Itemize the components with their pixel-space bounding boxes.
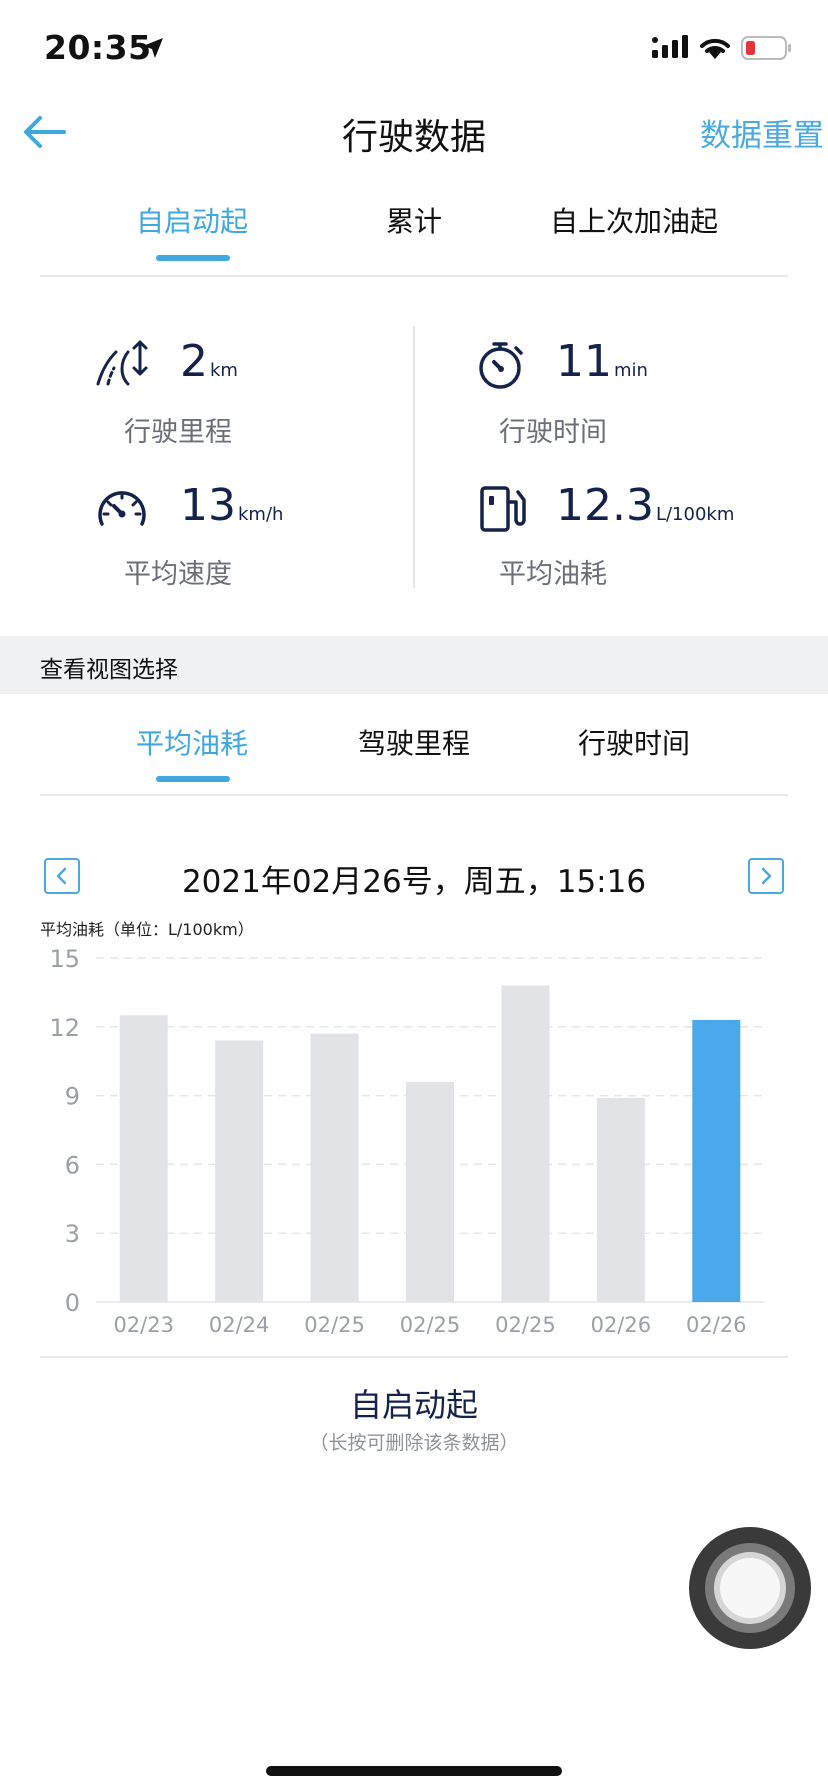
footer-title: 自启动起 xyxy=(349,1386,478,1424)
fuel-consumption-bar-chart: 0 3 6 9 12 15 02/23 02/24 02/25 02/25 02/25 02/26 02… xyxy=(49,945,764,1337)
bar xyxy=(596,1097,645,1302)
bar xyxy=(501,985,550,1302)
home-indicator[interactable] xyxy=(266,1766,562,1776)
x-tick-label: 02/25 xyxy=(495,1313,556,1337)
y-tick-label: 6 xyxy=(65,1151,80,1179)
y-tick-label: 0 xyxy=(65,1289,80,1317)
bar xyxy=(215,1040,264,1302)
x-tick-label: 02/25 xyxy=(304,1313,365,1337)
assistive-touch-button[interactable] xyxy=(689,1527,811,1649)
x-tick-label: 02/25 xyxy=(400,1313,461,1337)
bar xyxy=(406,1081,454,1302)
footer-hint: （长按可删除该条数据） xyxy=(309,1432,519,1454)
x-tick-label: 02/26 xyxy=(591,1313,652,1337)
chart-bottom-divider xyxy=(40,1356,788,1358)
bar-selected xyxy=(692,1019,741,1302)
x-tick-label: 02/26 xyxy=(686,1313,747,1337)
x-tick-label: 02/24 xyxy=(209,1313,270,1337)
y-tick-label: 15 xyxy=(49,945,80,973)
bar xyxy=(119,1015,168,1302)
y-tick-label: 12 xyxy=(49,1014,80,1042)
bar xyxy=(310,1033,359,1302)
y-tick-label: 9 xyxy=(65,1083,80,1111)
y-tick-label: 3 xyxy=(65,1220,80,1248)
x-tick-label: 02/23 xyxy=(113,1313,174,1337)
